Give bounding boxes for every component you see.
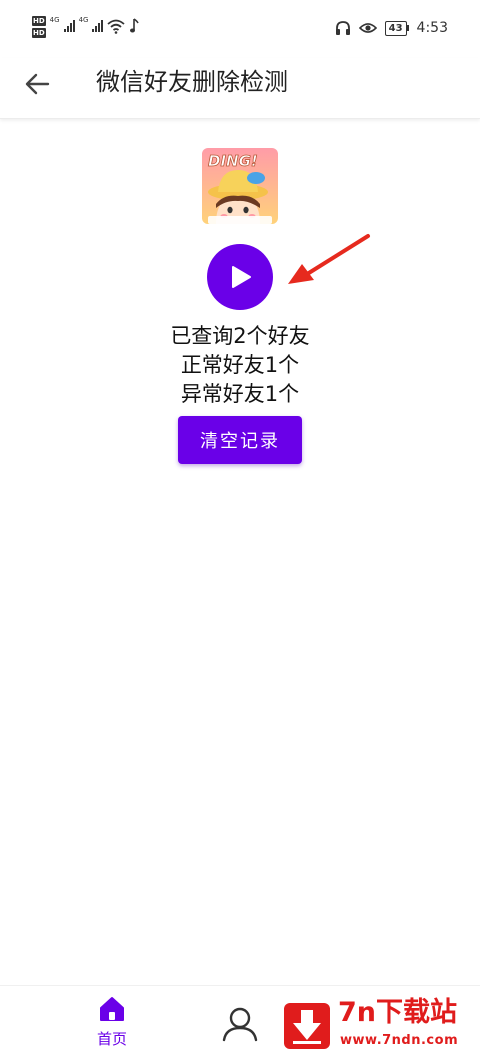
query-stats: 已查询2个好友 正常好友1个 异常好友1个 <box>0 322 480 409</box>
app-bar: 微信好友删除检测 <box>0 58 480 119</box>
arrow-left-icon <box>25 73 50 95</box>
signal-strength-icon <box>63 18 75 32</box>
network-type-label: 4G <box>78 16 89 24</box>
back-button[interactable] <box>22 68 54 100</box>
hd-badge: HD <box>32 28 46 38</box>
download-logo-icon <box>284 1003 330 1049</box>
status-bar: HD HD 4G 4G 43 4:53 <box>0 0 480 58</box>
signal-strength-icon <box>92 18 104 32</box>
status-bar-right: 43 4:53 <box>335 20 448 36</box>
stat-abnormal-count: 异常好友1个 <box>180 382 300 406</box>
headphones-icon <box>335 21 350 35</box>
status-time: 4:53 <box>416 20 448 36</box>
nav-tab-profile[interactable] <box>214 1000 266 1052</box>
avatar-ding-text: DING! <box>208 152 258 170</box>
site-watermark: 7n下载站 www.7ndn.com <box>272 995 480 1061</box>
person-icon <box>222 1007 258 1042</box>
start-detection-button[interactable] <box>207 244 273 310</box>
stat-queried-count: 已查询2个好友 <box>170 324 310 348</box>
watermark-url: www.7ndn.com <box>340 1033 459 1048</box>
battery-level: 43 <box>384 20 407 36</box>
app-avatar-image: DING! <box>202 148 278 224</box>
annotation-arrow <box>288 234 370 284</box>
status-bar-left: HD HD 4G 4G <box>32 16 140 38</box>
music-note-icon <box>130 18 140 33</box>
stat-normal-count: 正常好友1个 <box>180 353 300 377</box>
eye-comfort-icon <box>358 23 377 33</box>
network-type-label: 4G <box>49 16 60 24</box>
battery-indicator: 43 <box>384 20 409 36</box>
play-icon <box>232 266 251 288</box>
watermark-title: 7n下载站 <box>338 997 458 1028</box>
nav-tab-home[interactable]: 首页 <box>84 996 140 1056</box>
clear-records-button[interactable]: 清空记录 <box>178 416 302 464</box>
home-icon <box>100 997 124 1021</box>
nav-tab-home-label: 首页 <box>96 1030 127 1048</box>
hd-badge: HD <box>32 16 46 26</box>
page-title: 微信好友删除检测 <box>96 68 288 96</box>
wifi-icon <box>107 19 126 34</box>
